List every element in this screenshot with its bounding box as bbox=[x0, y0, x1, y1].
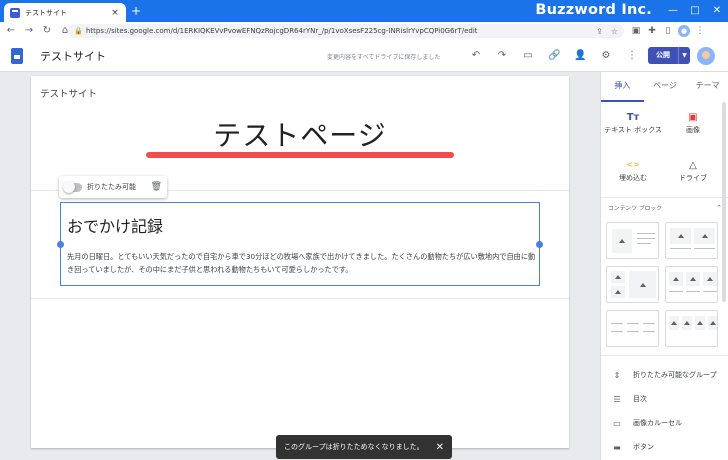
insert-button[interactable]: ▬ ボタン bbox=[611, 442, 654, 452]
button-icon: ▬ bbox=[613, 442, 621, 452]
panel-divider bbox=[601, 355, 728, 356]
text-box-body[interactable]: 先月の日曜日。とてもいい天気だったので自宅から車で30分ほどの牧場へ家族で出かけ… bbox=[67, 250, 537, 276]
publish-button[interactable]: 公開 ▼ bbox=[648, 47, 690, 64]
text-box-icon: Tт bbox=[626, 112, 640, 123]
page-site-name[interactable]: テストサイト bbox=[40, 86, 97, 100]
publish-label: 公開 bbox=[656, 51, 670, 59]
panel-tabs: 挿入 ページ テーマ bbox=[601, 72, 728, 102]
tab-pages[interactable]: ページ bbox=[644, 72, 687, 102]
resize-handle-left[interactable] bbox=[57, 241, 64, 248]
insert-text-box-button[interactable]: Tт テキスト ボックス bbox=[603, 112, 663, 135]
carousel-icon: ▭ bbox=[613, 418, 621, 428]
lock-icon: 🔒 bbox=[74, 26, 83, 35]
content-blocks-label: コンテンツ ブロック bbox=[608, 206, 663, 212]
site-title[interactable]: テストサイト bbox=[40, 48, 106, 64]
layout-block[interactable] bbox=[665, 222, 718, 259]
extension-icon[interactable]: ▣ bbox=[630, 25, 642, 37]
collapsible-toggle[interactable] bbox=[63, 180, 82, 193]
puzzle-icon[interactable]: ✚ bbox=[646, 25, 658, 37]
reload-icon[interactable]: ↻ bbox=[40, 24, 54, 38]
insert-collapsible-group[interactable]: ⇕ 折りたたみ可能なグループ bbox=[611, 370, 717, 380]
avatar[interactable] bbox=[697, 47, 715, 65]
minimize-button[interactable]: — bbox=[662, 0, 684, 22]
url-text: https://sites.google.com/d/1ERKIQKEVvPvo… bbox=[86, 27, 478, 35]
forward-icon[interactable]: → bbox=[22, 24, 36, 38]
layout-block[interactable] bbox=[665, 266, 718, 303]
share-icon[interactable]: 👤 bbox=[574, 50, 586, 62]
snackbar-close-icon[interactable]: ✕ bbox=[436, 442, 444, 453]
back-icon[interactable]: ← bbox=[4, 24, 18, 38]
profile-icon[interactable]: ● bbox=[678, 25, 690, 37]
snackbar: このグループは折りたためなくなりました。 ✕ bbox=[276, 435, 452, 459]
snackbar-message: このグループは折りたためなくなりました。 bbox=[284, 443, 424, 451]
text-box-title[interactable]: おでかけ記録 bbox=[67, 213, 163, 237]
list-item-label: 折りたたみ可能なグループ bbox=[633, 371, 717, 379]
sites-logo-icon[interactable] bbox=[11, 48, 23, 64]
browser-tab-strip: テストサイト × + Buzzword Inc. — □ ✕ bbox=[0, 0, 728, 22]
preview-icon[interactable]: ▭ bbox=[522, 50, 534, 62]
sidepanel-icon[interactable]: ▯ bbox=[662, 25, 674, 37]
insert-label: 画像 bbox=[686, 126, 700, 134]
insert-label: テキスト ボックス bbox=[604, 126, 662, 134]
share-page-icon[interactable]: ⇪ bbox=[596, 27, 603, 36]
page-title[interactable]: テストページ bbox=[31, 114, 569, 154]
insert-label: 埋め込む bbox=[619, 174, 647, 182]
table-of-contents-icon: ☰ bbox=[613, 394, 621, 404]
text-box[interactable]: おでかけ記録 先月の日曜日。とてもいい天気だったので自宅から車で30分ほどの牧場… bbox=[57, 202, 543, 286]
insert-image-button[interactable]: ▣ 画像 bbox=[663, 112, 723, 135]
insert-drive-button[interactable]: △ ドライブ bbox=[663, 160, 723, 183]
extension-icons: ▣ ✚ ▯ ● ⋮ bbox=[630, 25, 706, 37]
undo-icon[interactable]: ↶ bbox=[470, 50, 482, 62]
list-item-label: 画像カルーセル bbox=[633, 419, 682, 427]
redo-icon[interactable]: ↷ bbox=[496, 50, 508, 62]
page-canvas: テストサイト テストページ 折りたたみ可能 🗑 おでかけ記録 先月の日曜日。とて… bbox=[31, 76, 569, 448]
autosave-status: 変更内容をすべてドライブに保存しました bbox=[327, 54, 441, 61]
settings-icon[interactable]: ⚙ bbox=[600, 50, 612, 62]
publish-dropdown-icon[interactable]: ▼ bbox=[678, 47, 690, 64]
collapsible-group-icon: ⇕ bbox=[613, 370, 621, 380]
link-icon[interactable]: 🔗 bbox=[548, 50, 560, 62]
image-icon: ▣ bbox=[688, 112, 698, 123]
right-panel: 挿入 ページ テーマ Tт テキスト ボックス ▣ 画像 <> 埋め込む △ ド… bbox=[600, 72, 728, 460]
brand-watermark: Buzzword Inc. bbox=[535, 2, 652, 18]
sites-header: テストサイト 変更内容をすべてドライブに保存しました ↶ ↷ ▭ 🔗 👤 ⚙ ⋮… bbox=[0, 40, 728, 72]
layout-block[interactable] bbox=[606, 222, 659, 259]
screen: テストサイト × + Buzzword Inc. — □ ✕ ← → ↻ ⌂ 🔒… bbox=[0, 0, 728, 460]
panel-scrollbar[interactable] bbox=[722, 102, 726, 302]
editor-canvas: テストサイト テストページ 折りたたみ可能 🗑 おでかけ記録 先月の日曜日。とて… bbox=[0, 72, 600, 460]
drive-icon: △ bbox=[689, 160, 697, 171]
collapsible-label: 折りたたみ可能 bbox=[87, 183, 136, 191]
window-controls: — □ ✕ bbox=[662, 0, 728, 22]
embed-icon: <> bbox=[626, 160, 640, 169]
maximize-button[interactable]: □ bbox=[684, 0, 706, 22]
url-input[interactable]: 🔒 https://sites.google.com/d/1ERKIQKEVvP… bbox=[68, 24, 624, 38]
insert-table-of-contents[interactable]: ☰ 目次 bbox=[611, 394, 647, 404]
list-item-label: ボタン bbox=[633, 443, 654, 451]
address-bar-row: ← → ↻ ⌂ 🔒 https://sites.google.com/d/1ER… bbox=[0, 22, 728, 40]
layout-block[interactable] bbox=[665, 310, 718, 347]
resize-handle-right[interactable] bbox=[536, 241, 543, 248]
trash-icon[interactable]: 🗑 bbox=[151, 182, 162, 192]
section-divider bbox=[31, 298, 569, 299]
bookmark-star-icon[interactable]: ☆ bbox=[611, 27, 618, 36]
close-window-button[interactable]: ✕ bbox=[706, 0, 728, 22]
insert-embed-button[interactable]: <> 埋め込む bbox=[603, 160, 663, 183]
browser-menu-icon[interactable]: ⋮ bbox=[694, 25, 706, 37]
panel-divider bbox=[601, 197, 728, 198]
heading-highlight-bar bbox=[146, 152, 454, 158]
insert-image-carousel[interactable]: ▭ 画像カルーセル bbox=[611, 418, 682, 428]
layout-block[interactable] bbox=[606, 310, 659, 347]
collapsible-toolbar: 折りたたみ可能 🗑 bbox=[59, 176, 167, 198]
more-icon[interactable]: ⋮ bbox=[626, 50, 638, 62]
layout-block[interactable] bbox=[606, 266, 659, 303]
tab-themes[interactable]: テーマ bbox=[686, 72, 728, 102]
tab-insert[interactable]: 挿入 bbox=[601, 72, 644, 102]
list-item-label: 目次 bbox=[633, 395, 647, 403]
insert-label: ドライブ bbox=[679, 174, 707, 182]
content-blocks-header[interactable]: コンテンツ ブロック ⌃ bbox=[608, 203, 722, 213]
